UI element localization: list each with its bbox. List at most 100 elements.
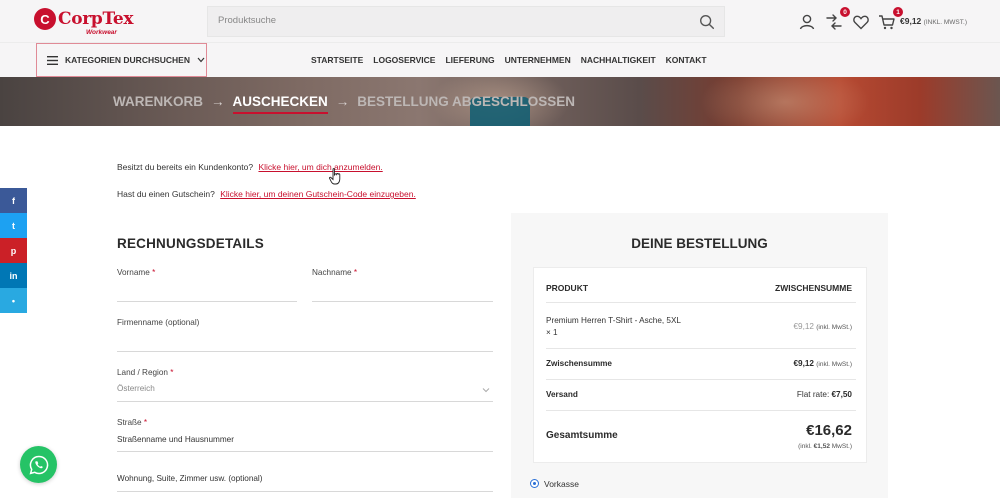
first-name-label: Vorname * — [117, 268, 155, 277]
country-label-text: Land / Region — [117, 368, 168, 377]
social-pinterest-button[interactable]: p — [0, 238, 27, 263]
order-item-qty: × 1 — [546, 328, 558, 337]
first-name-field[interactable] — [117, 301, 297, 302]
required-mark: * — [143, 418, 148, 427]
subtotal-value: €9,12 (inkl. MwSt.) — [793, 359, 852, 368]
cart-button[interactable]: 1 — [877, 7, 903, 32]
login-notice: Besitzt du bereits ein Kundenkonto? Klic… — [117, 162, 383, 172]
user-account-icon[interactable] — [797, 12, 817, 32]
nav-item-unternehmen[interactable]: UNTERNEHMEN — [505, 55, 571, 65]
browse-categories-button[interactable]: KATEGORIEN DURCHSUCHEN — [36, 43, 207, 77]
whatsapp-chat-button[interactable] — [20, 446, 57, 483]
country-select[interactable]: Österreich — [117, 384, 155, 393]
social-linkedin-button[interactable]: in — [0, 263, 27, 288]
step-arrow-1: → — [211, 94, 225, 109]
site-logo[interactable]: C CorpTex Workwear — [34, 6, 134, 38]
country-field-underline — [117, 401, 493, 402]
order-item-price: €9,12 (inkl. MwSt.) — [793, 322, 852, 331]
total-label: Gesamtsumme — [546, 430, 618, 441]
address2-input[interactable]: Wohnung, Suite, Zimmer usw. (optional) — [117, 474, 262, 483]
login-link[interactable]: Klicke hier, um dich anzumelden. — [258, 162, 382, 172]
search-box — [207, 6, 725, 37]
street-label: Straße * — [117, 418, 147, 427]
subtotal-label: Zwischensumme — [546, 359, 612, 368]
payment-radio-vorkasse[interactable] — [530, 479, 539, 488]
main-nav: STARTSEITE LOGOSERVICE LIEFERUNG UNTERNE… — [311, 43, 707, 77]
order-title: DEINE BESTELLUNG — [631, 236, 768, 251]
hero-background-hand — [700, 77, 870, 126]
cart-vat-note: (INKL. MWST.) — [923, 19, 967, 26]
social-share-button[interactable]: • — [0, 288, 27, 313]
browse-categories-label: KATEGORIEN DURCHSUCHEN — [65, 55, 190, 65]
company-field[interactable] — [117, 351, 493, 352]
cart-total[interactable]: €9,12 (INKL. MWST.) — [900, 16, 967, 26]
last-name-field[interactable] — [312, 301, 493, 302]
coupon-link[interactable]: Klicke hier, um deinen Gutschein-Code ei… — [220, 189, 416, 199]
total-tax-amount: €1,52 — [813, 443, 830, 450]
order-col-product: PRODUKT — [546, 283, 589, 293]
last-name-label: Nachname * — [312, 268, 357, 277]
order-item-price-note: (inkl. MwSt.) — [816, 324, 852, 331]
twitter-icon: t — [12, 220, 15, 231]
shipping-value: Flat rate: €7,50 — [797, 390, 852, 399]
linkedin-icon: in — [9, 270, 18, 281]
logo-mark-icon: C — [34, 8, 56, 30]
step-arrow-2: → — [335, 94, 350, 109]
search-icon[interactable] — [698, 13, 716, 31]
country-label: Land / Region * — [117, 368, 173, 377]
whatsapp-icon — [29, 455, 48, 474]
first-name-label-text: Vorname — [117, 268, 150, 277]
compare-count-badge: 0 — [840, 7, 850, 17]
total-tax-suffix: MwSt.) — [831, 443, 852, 450]
shipping-amount: €7,50 — [831, 390, 853, 399]
billing-details-title: RECHNUNGSDETAILS — [117, 236, 264, 251]
order-col-subtotal: ZWISCHENSUMME — [775, 283, 852, 293]
required-mark: * — [353, 268, 358, 277]
search-input[interactable] — [218, 15, 678, 26]
social-twitter-button[interactable]: t — [0, 213, 27, 238]
chevron-down-icon — [197, 57, 205, 63]
compare-button[interactable]: 0 — [824, 7, 850, 32]
nav-item-nachhaltigkeit[interactable]: NACHHALTIGKEIT — [581, 55, 656, 65]
payment-method-label[interactable]: Vorkasse — [544, 479, 579, 489]
mouse-pointer-icon — [329, 168, 341, 185]
checkout-hero-banner: WARENKORB → AUSCHECKEN → BESTELLUNG ABGE… — [0, 77, 1000, 126]
step-order-complete: BESTELLUNG ABGESCHLOSSEN — [357, 94, 576, 109]
step-checkout: AUSCHECKEN — [232, 94, 329, 114]
order-table: PRODUKT ZWISCHENSUMME Premium Herren T-S… — [533, 267, 867, 463]
nav-item-logoservice[interactable]: LOGOSERVICE — [373, 55, 435, 65]
company-label: Firmenname (optional) — [117, 318, 200, 327]
header-nav-bar: KATEGORIEN DURCHSUCHEN STARTSEITE LOGOSE… — [0, 43, 1000, 77]
subtotal-note: (inkl. MwSt.) — [816, 361, 852, 368]
cart-total-amount: €9,12 — [900, 16, 922, 26]
header-top-bar: C CorpTex Workwear 0 — [0, 0, 1000, 43]
wishlist-heart-icon[interactable] — [851, 12, 871, 32]
total-value: €16,62 — [806, 422, 852, 439]
street-label-text: Straße — [117, 418, 142, 427]
nav-item-lieferung[interactable]: LIEFERUNG — [445, 55, 494, 65]
required-mark: * — [170, 368, 174, 377]
checkout-steps: WARENKORB → AUSCHECKEN → BESTELLUNG ABGE… — [113, 94, 576, 114]
social-facebook-button[interactable]: f — [0, 188, 27, 213]
nav-item-kontakt[interactable]: KONTAKT — [666, 55, 707, 65]
order-item-price-value: €9,12 — [793, 322, 814, 331]
order-divider — [546, 302, 856, 303]
total-tax-note: (inkl. €1,52 MwSt.) — [798, 443, 852, 450]
nav-item-startseite[interactable]: STARTSEITE — [311, 55, 363, 65]
order-divider — [546, 379, 856, 380]
total-tax-prefix: (inkl. — [798, 443, 812, 450]
street-field-underline — [117, 451, 493, 452]
logo-subtitle: Workwear — [86, 29, 117, 36]
hamburger-menu-icon — [47, 55, 58, 65]
order-summary-panel: DEINE BESTELLUNG PRODUKT ZWISCHENSUMME P… — [511, 213, 888, 498]
chevron-down-icon — [482, 388, 490, 393]
coupon-notice-text: Hast du einen Gutschein? — [117, 189, 215, 199]
address2-field-underline — [117, 491, 493, 492]
last-name-label-text: Nachname — [312, 268, 352, 277]
street-input[interactable]: Straßenname und Hausnummer — [117, 435, 234, 444]
step-cart[interactable]: WARENKORB — [113, 94, 203, 109]
shipping-method: Flat rate: — [796, 390, 830, 399]
login-notice-text: Besitzt du bereits ein Kundenkonto? — [117, 162, 254, 172]
order-divider — [546, 410, 856, 411]
subtotal-amount: €9,12 — [793, 359, 814, 368]
